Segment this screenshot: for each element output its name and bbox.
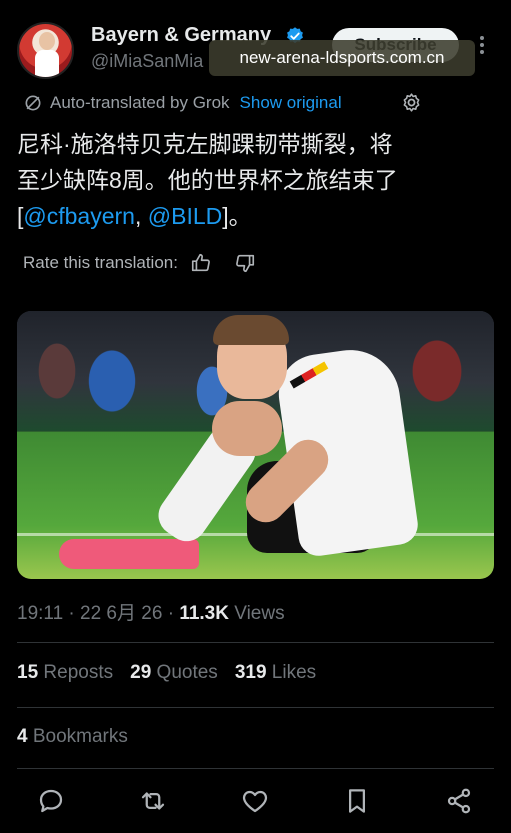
translate-icon (25, 95, 41, 111)
bookmark-icon[interactable] (342, 786, 372, 816)
share-icon[interactable] (444, 786, 474, 816)
reposts-stat[interactable]: 15 Reposts (17, 662, 113, 684)
mention-bild[interactable]: @BILD (148, 203, 222, 229)
tweet-text: 尼科·施洛特贝克左脚踝韧带撕裂，将 至少缺阵8周。他的世界杯之旅结束了 [@cf… (17, 126, 495, 234)
photo-player-hair (213, 315, 289, 345)
auto-translated-label: Auto-translated by Grok (50, 93, 230, 112)
more-icon[interactable] (474, 34, 490, 56)
translation-bar: Auto-translated by Grok Show original (23, 91, 342, 115)
thumbs-down-icon[interactable] (234, 252, 256, 274)
repost-icon[interactable] (138, 786, 168, 816)
watermark-overlay: new-arena-ldsports.com.cn (209, 40, 475, 76)
quotes-stat[interactable]: 29 Quotes (130, 662, 218, 684)
engagement-stats: 15 Reposts 29 Quotes 319 Likes (17, 662, 333, 684)
photo-thigh (212, 401, 282, 456)
avatar[interactable] (17, 22, 74, 79)
photo-boot (59, 539, 199, 569)
tweet-photo[interactable] (17, 311, 494, 579)
bracket-close: ]。 (222, 203, 252, 229)
reposts-count: 15 (17, 662, 39, 683)
tweet-meta: 19:11 · 22 6月 26 · 11.3K Views (17, 598, 285, 625)
avatar-shirt (35, 50, 59, 77)
views-count: 11.3K (179, 603, 229, 624)
timestamp[interactable]: 19:11 · 22 6月 26 · (17, 603, 179, 624)
likes-count: 319 (234, 662, 267, 683)
avatar-head (39, 32, 55, 50)
tweet-text-line-2: 至少缺阵8周。他的世界杯之旅结束了 (17, 167, 398, 193)
show-original-link[interactable]: Show original (240, 93, 342, 113)
settings-icon[interactable] (401, 92, 422, 113)
mention-cfbayern[interactable]: @cfbayern (23, 203, 135, 229)
rate-translation-row: Rate this translation: (23, 251, 278, 275)
mention-separator: , (134, 203, 148, 229)
tweet-text-line-3: [@cfbayern, @BILD]。 (17, 198, 495, 234)
thumbs-up-icon[interactable] (190, 252, 212, 274)
tweet-detail-screen: Bayern & Germany @iMiaSanMia Subscribe n… (0, 0, 511, 833)
reposts-label: Reposts (38, 662, 114, 683)
reply-icon[interactable] (36, 786, 66, 816)
divider (17, 768, 494, 769)
rate-translation-label: Rate this translation: (23, 253, 178, 272)
likes-label: Likes (266, 662, 317, 683)
quotes-label: Quotes (151, 662, 218, 683)
bookmarks-count: 4 (17, 726, 28, 747)
bookmarks-label: Bookmarks (27, 726, 128, 747)
views-label: Views (228, 603, 285, 624)
tweet-text-line-1: 尼科·施洛特贝克左脚踝韧带撕裂，将 (17, 131, 393, 157)
divider (17, 707, 494, 708)
divider (17, 642, 494, 643)
quotes-count: 29 (130, 662, 152, 683)
likes-stat[interactable]: 319 Likes (235, 662, 316, 684)
bookmarks-stat[interactable]: 4 Bookmarks (17, 726, 128, 748)
like-icon[interactable] (240, 786, 270, 816)
